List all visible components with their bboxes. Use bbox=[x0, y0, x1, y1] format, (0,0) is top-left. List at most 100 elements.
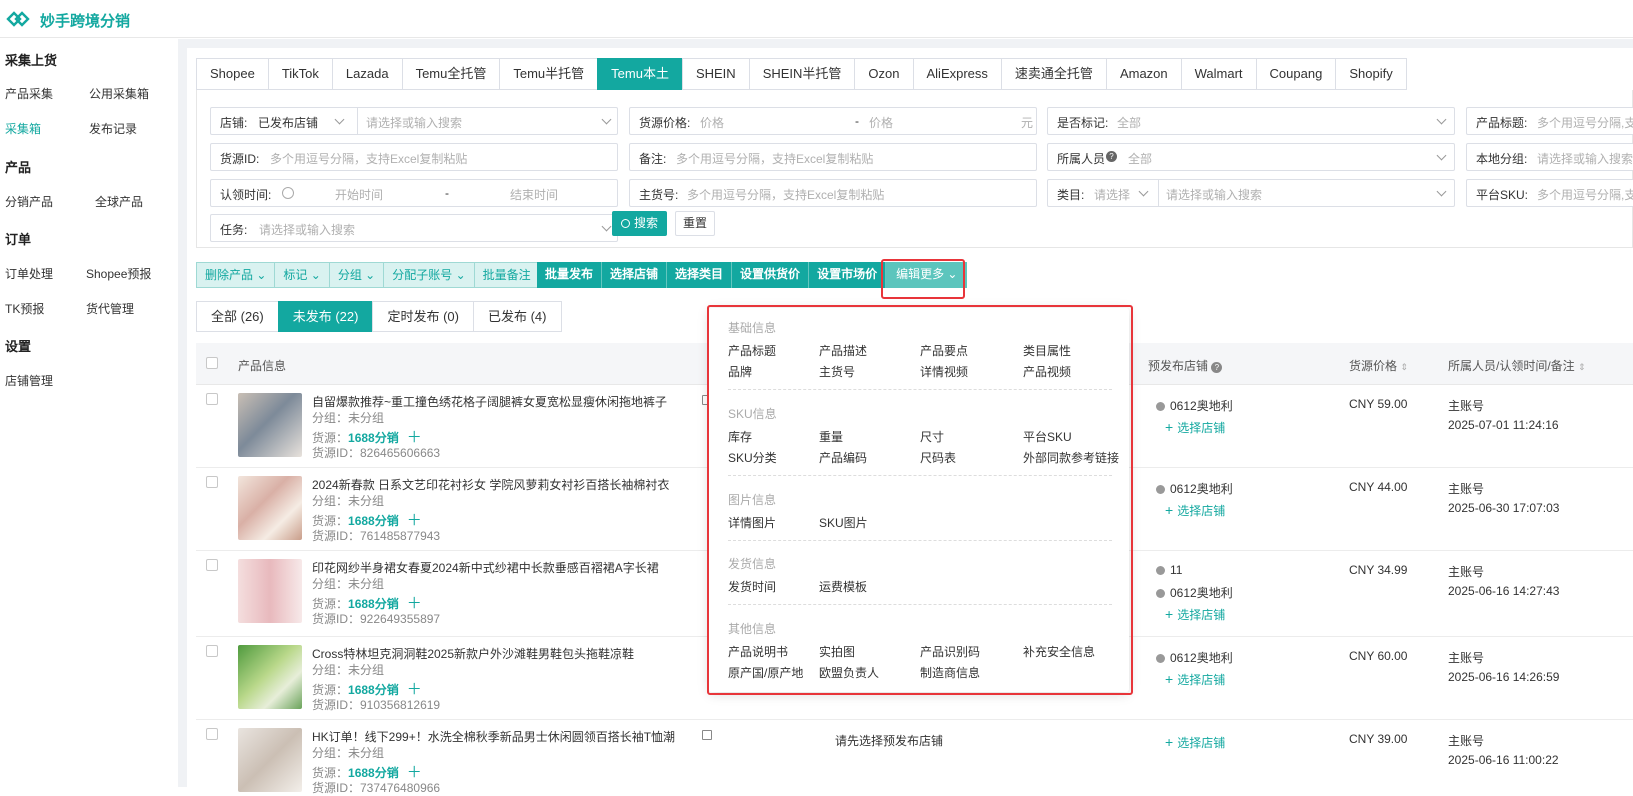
product-thumbnail[interactable] bbox=[238, 476, 302, 540]
task-input[interactable]: 请选择或输入搜索 bbox=[259, 221, 355, 238]
tab-shopify[interactable]: Shopify bbox=[1335, 58, 1407, 90]
main-sku-input[interactable]: 多个用逗号分隔，支持Excel复制粘贴 bbox=[687, 186, 884, 203]
source-link[interactable]: 1688分销 bbox=[348, 431, 399, 445]
product-thumbnail[interactable] bbox=[238, 393, 302, 457]
source-id-filter[interactable]: 货源ID: 多个用逗号分隔，支持Excel复制粘贴 bbox=[210, 143, 618, 171]
row-checkbox[interactable] bbox=[206, 476, 218, 488]
source-link[interactable]: 1688分销 bbox=[348, 597, 399, 611]
product-title[interactable]: Cross特林坦克洞洞鞋2025新款户外沙滩鞋男鞋包头拖鞋凉鞋 bbox=[312, 645, 634, 662]
category-search-input[interactable]: 请选择或输入搜索 bbox=[1166, 186, 1262, 203]
set-market-price-button[interactable]: 设置市场价 bbox=[809, 262, 887, 288]
tab-walmart[interactable]: Walmart bbox=[1180, 58, 1256, 90]
price-min-input[interactable]: 价格 bbox=[700, 114, 724, 131]
select-store-link[interactable]: + 选择店铺 bbox=[1165, 606, 1225, 623]
product-title[interactable]: 自留爆款推荐~重工撞色绣花格子阔腿裤女夏宽松显瘦休闲拖地裤子 bbox=[312, 393, 667, 410]
tab-status-all[interactable]: 全部 (26) bbox=[196, 301, 278, 332]
price-max-input[interactable]: 价格 bbox=[869, 114, 893, 131]
platform-sku-filter[interactable]: 平台SKU: 多个用逗号分隔,支 bbox=[1466, 179, 1633, 207]
tab-coupang[interactable]: Coupang bbox=[1255, 58, 1336, 90]
product-thumbnail[interactable] bbox=[238, 559, 302, 623]
tab-smt-full[interactable]: 速卖通全托管 bbox=[1000, 58, 1106, 90]
marked-filter[interactable]: 是否标记: 全部 bbox=[1047, 107, 1455, 135]
select-store-link[interactable]: + 选择店铺 bbox=[1165, 671, 1225, 688]
row-checkbox[interactable] bbox=[206, 645, 218, 657]
title-filter[interactable]: 产品标题: 多个用逗号分隔,支 bbox=[1466, 107, 1633, 135]
product-title[interactable]: 2024新春款 日系文艺印花衬衫女 学院风萝莉女衬衫百搭长袖棉衬衣 bbox=[312, 476, 669, 493]
sidebar-item-forwarder[interactable]: 货代管理 bbox=[86, 300, 134, 317]
note-input[interactable]: 多个用逗号分隔，支持Excel复制粘贴 bbox=[676, 150, 873, 167]
source-link[interactable]: 1688分销 bbox=[348, 514, 399, 528]
tab-shopee[interactable]: Shopee bbox=[196, 58, 268, 90]
sidebar-item-distribution[interactable]: 分销产品 bbox=[5, 193, 53, 210]
group-button[interactable]: 分组 ⌄ bbox=[328, 262, 384, 288]
claim-time-filter[interactable]: 认领时间: 开始时间 - 结束时间 bbox=[210, 179, 618, 207]
claim-start-input[interactable]: 开始时间 bbox=[335, 186, 383, 203]
sidebar-item-product-collect[interactable]: 产品采集 bbox=[5, 85, 53, 102]
task-filter[interactable]: 任务: 请选择或输入搜索 bbox=[210, 214, 618, 242]
batch-note-button[interactable]: 批量备注 bbox=[473, 262, 540, 288]
tab-shein-half[interactable]: SHEIN半托管 bbox=[748, 58, 855, 90]
product-group: 分组：未分组 bbox=[312, 577, 385, 591]
assign-subaccount-button[interactable]: 分配子账号 ⌄ bbox=[383, 262, 474, 288]
product-title[interactable]: HK订单！线下299+！水洗全棉秋季新品男士休闲圆领百搭长袖T恤潮 bbox=[312, 728, 675, 745]
batch-publish-button[interactable]: 批量发布 bbox=[537, 262, 603, 288]
store-filter[interactable]: 店铺: 已发布店铺 请选择或输入搜索 bbox=[210, 107, 618, 135]
claim-end-input[interactable]: 结束时间 bbox=[510, 186, 558, 203]
header-owner[interactable]: 所属人员/认领时间/备注 ⇕ bbox=[1448, 357, 1586, 374]
local-group-input[interactable]: 请选择或输入搜索 bbox=[1537, 150, 1633, 167]
sidebar-item-shopee-forecast[interactable]: Shopee预报 bbox=[86, 265, 151, 282]
search-button[interactable]: 搜索 bbox=[612, 211, 667, 236]
platform-sku-input[interactable]: 多个用逗号分隔,支 bbox=[1537, 186, 1633, 203]
tab-amazon[interactable]: Amazon bbox=[1105, 58, 1181, 90]
edit-icon[interactable] bbox=[702, 730, 712, 740]
product-thumbnail[interactable] bbox=[238, 728, 302, 792]
tab-temu-full[interactable]: Temu全托管 bbox=[401, 58, 500, 90]
select-store-link[interactable]: + 选择店铺 bbox=[1165, 502, 1225, 519]
sidebar-item-store-manage[interactable]: 店铺管理 bbox=[5, 372, 53, 389]
tab-aliexpress[interactable]: AliExpress bbox=[912, 58, 1001, 90]
header-price[interactable]: 货源价格 ⇕ bbox=[1349, 357, 1408, 374]
tab-status-published[interactable]: 已发布 (4) bbox=[472, 301, 562, 332]
reset-button[interactable]: 重置 bbox=[675, 211, 715, 236]
select-store-link[interactable]: + 选择店铺 bbox=[1165, 734, 1225, 751]
mark-button[interactable]: 标记 ⌄ bbox=[274, 262, 329, 288]
category-filter[interactable]: 类目: 请选择 请选择或输入搜索 bbox=[1047, 179, 1455, 207]
row-checkbox[interactable] bbox=[206, 559, 218, 571]
claim-dash: - bbox=[445, 186, 449, 200]
chevron-down-icon bbox=[1138, 186, 1149, 197]
select-category-button[interactable]: 选择类目 bbox=[667, 262, 733, 288]
sidebar-item-publish-log[interactable]: 发布记录 bbox=[89, 120, 137, 137]
title-input[interactable]: 多个用逗号分隔,支 bbox=[1537, 114, 1633, 131]
sidebar-item-tk-forecast[interactable]: TK预报 bbox=[5, 300, 44, 317]
select-all-checkbox[interactable] bbox=[206, 357, 218, 369]
row-checkbox[interactable] bbox=[206, 728, 218, 740]
tab-temu-local[interactable]: Temu本土 bbox=[597, 58, 682, 90]
source-link[interactable]: 1688分销 bbox=[348, 683, 399, 697]
tab-temu-half[interactable]: Temu半托管 bbox=[499, 58, 598, 90]
row-checkbox[interactable] bbox=[206, 393, 218, 405]
tab-ozon[interactable]: Ozon bbox=[854, 58, 913, 90]
set-supply-price-button[interactable]: 设置供货价 bbox=[732, 262, 810, 288]
product-title[interactable]: 印花网纱半身裙女春夏2024新中式纱裙中长款垂感百褶裙A字长裙 bbox=[312, 559, 659, 576]
tab-lazada[interactable]: Lazada bbox=[331, 58, 402, 90]
tab-status-unpublished[interactable]: 未发布 (22) bbox=[277, 301, 373, 332]
note-filter[interactable]: 备注: 多个用逗号分隔，支持Excel复制粘贴 bbox=[629, 143, 1037, 171]
tab-shein[interactable]: SHEIN bbox=[681, 58, 749, 90]
source-link[interactable]: 1688分销 bbox=[348, 766, 399, 780]
source-id-input[interactable]: 多个用逗号分隔，支持Excel复制粘贴 bbox=[270, 150, 467, 167]
select-store-button[interactable]: 选择店铺 bbox=[602, 262, 668, 288]
tab-tiktok[interactable]: TikTok bbox=[267, 58, 332, 90]
main-sku-filter[interactable]: 主货号: 多个用逗号分隔，支持Excel复制粘贴 bbox=[629, 179, 1037, 207]
delete-product-button[interactable]: 删除产品 ⌄ bbox=[196, 262, 275, 288]
product-thumbnail[interactable] bbox=[238, 645, 302, 709]
sidebar-item-public-box[interactable]: 公用采集箱 bbox=[89, 85, 149, 102]
sidebar-item-order-process[interactable]: 订单处理 bbox=[5, 265, 53, 282]
tab-status-scheduled[interactable]: 定时发布 (0) bbox=[372, 301, 473, 332]
category-select[interactable]: 请选择 bbox=[1094, 186, 1130, 203]
sidebar-item-global[interactable]: 全球产品 bbox=[95, 193, 143, 210]
price-range-filter[interactable]: 货源价格: 价格 - 价格 元 bbox=[629, 107, 1037, 135]
owner-filter[interactable]: 所属人员 ? 全部 bbox=[1047, 143, 1455, 171]
local-group-filter[interactable]: 本地分组: 请选择或输入搜索 bbox=[1466, 143, 1633, 171]
sidebar-item-collect-box[interactable]: 采集箱 bbox=[5, 120, 41, 137]
select-store-link[interactable]: + 选择店铺 bbox=[1165, 419, 1225, 436]
